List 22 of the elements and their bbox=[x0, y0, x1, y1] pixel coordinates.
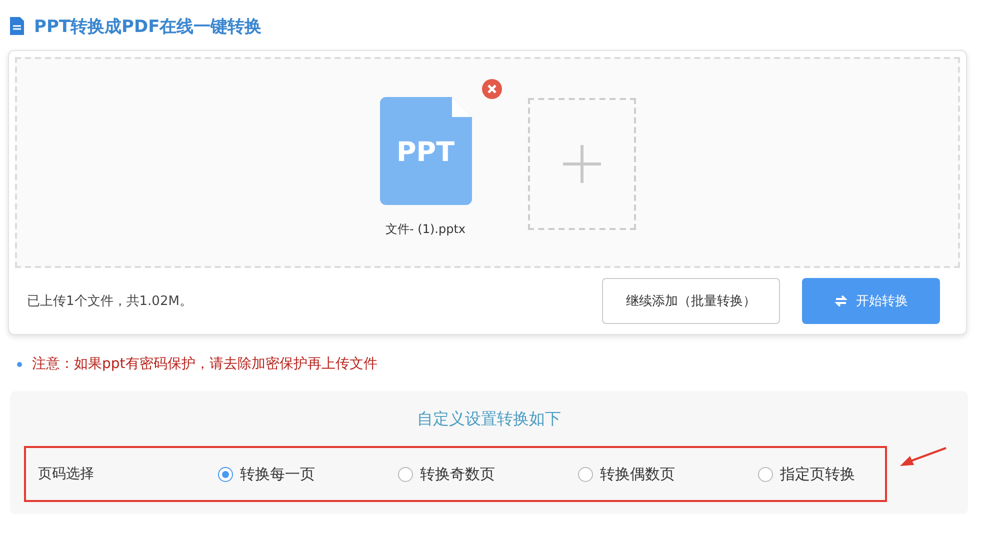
add-file-tile[interactable] bbox=[528, 98, 636, 230]
plus-icon bbox=[562, 144, 602, 184]
swap-icon bbox=[834, 294, 848, 308]
radio-button[interactable] bbox=[218, 466, 233, 482]
page-selection-label: 页码选择 bbox=[38, 465, 95, 483]
notice-text: 注意：如果ppt有密码保护，请去除加密保护再上传文件 bbox=[32, 355, 378, 373]
bullet-icon bbox=[17, 362, 22, 366]
radio-option[interactable]: 指定页转换 bbox=[758, 464, 938, 484]
radio-option[interactable]: 转换每一页 bbox=[218, 464, 398, 484]
settings-heading: 自定义设置转换如下 bbox=[416, 409, 562, 430]
add-more-button[interactable]: 继续添加（批量转换） bbox=[602, 278, 780, 324]
document-icon bbox=[10, 17, 24, 35]
remove-icon[interactable] bbox=[482, 79, 502, 99]
radio-option[interactable]: 转换偶数页 bbox=[578, 464, 758, 484]
file-icon: PPT bbox=[380, 97, 472, 205]
radio-button[interactable] bbox=[758, 466, 773, 482]
page-title: PPT转换成PDF在线一键转换 bbox=[34, 16, 262, 38]
radio-button[interactable] bbox=[398, 466, 413, 482]
radio-button[interactable] bbox=[578, 466, 593, 482]
file-name: 文件- (1).pptx bbox=[386, 221, 466, 238]
upload-summary: 已上传1个文件，共1.02M。 bbox=[27, 293, 194, 310]
radio-option[interactable]: 转换奇数页 bbox=[398, 464, 578, 484]
